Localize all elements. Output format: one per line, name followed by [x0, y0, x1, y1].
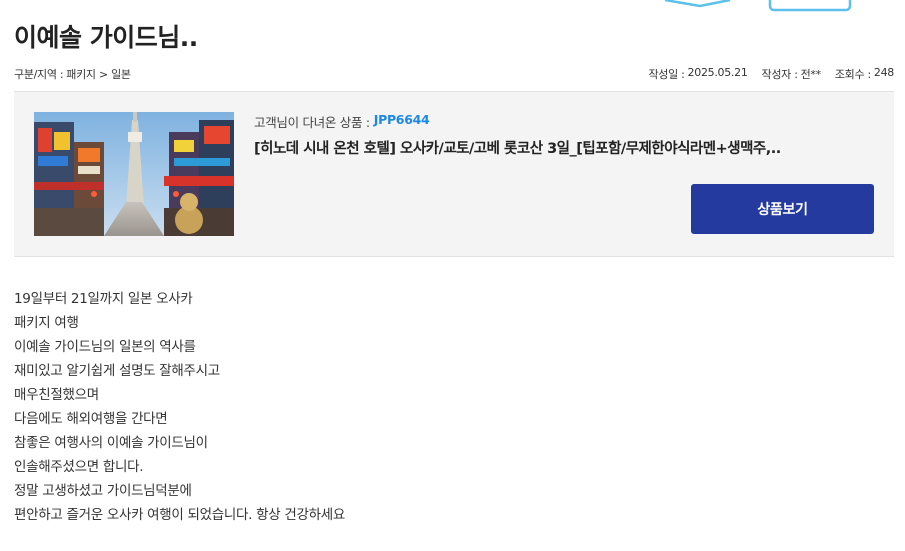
product-name[interactable]: [히노데 시내 온천 호텔] 오사카/교토/고베 롯코산 3일_[팁포함/무제한…	[254, 137, 854, 158]
category-label: 구분/지역 :	[14, 68, 64, 81]
meta-row: 구분/지역 : 패키지 > 일본 작성일 : 2025.05.21 작성자 : …	[14, 66, 894, 82]
author-label: 작성자 :	[761, 68, 798, 81]
product-code[interactable]: JPP6644	[374, 112, 430, 131]
decorative-illustration-icon	[664, 0, 852, 12]
date-value: 2025.05.21	[687, 66, 748, 79]
product-code-label: 고객님이 다녀온 상품 :	[254, 115, 370, 130]
review-line: 패키지 여행	[14, 315, 79, 331]
view-count: 조회수 : 248	[835, 66, 894, 82]
author-value: 전**	[800, 68, 822, 81]
review-line: 매우친절했으며	[14, 387, 99, 403]
views-value: 248	[873, 66, 894, 79]
product-card: 고객님이 다녀온 상품 : JPP6644 [히노데 시내 온천 호텔] 오사카…	[14, 91, 894, 257]
post-info: 작성일 : 2025.05.21 작성자 : 전** 조회수 : 248	[648, 66, 894, 82]
review-line: 이예솔 가이드님의 일본의 역사를	[14, 339, 196, 355]
review-line: 19일부터 21일까지 일본 오사카	[14, 291, 193, 307]
osaka-street-photo-icon	[34, 112, 234, 236]
product-code-line: 고객님이 다녀온 상품 : JPP6644	[254, 112, 430, 131]
date-label: 작성일 :	[648, 68, 685, 81]
review-line: 다음에도 해외여행을 간다면	[14, 411, 168, 427]
post-author: 작성자 : 전**	[761, 66, 822, 82]
page-title: 이예솔 가이드님..	[14, 23, 198, 52]
review-line: 재미있고 알기쉽게 설명도 잘해주시고	[14, 363, 220, 379]
post-date: 작성일 : 2025.05.21	[648, 66, 747, 82]
review-line: 편안하고 즐거운 오사카 여행이 되었습니다. 항상 건강하세요	[14, 507, 345, 523]
review-line: 인솔해주셨으면 합니다.	[14, 459, 144, 475]
review-line: 참좋은 여행사의 이예솔 가이드님이	[14, 435, 208, 451]
views-label: 조회수 :	[834, 68, 871, 81]
view-product-button[interactable]: 상품보기	[691, 184, 874, 234]
category-value: 패키지 > 일본	[66, 68, 131, 81]
breadcrumb: 구분/지역 : 패키지 > 일본	[14, 66, 131, 82]
review-line: 정말 고생하셨고 가이드님덕분에	[14, 483, 192, 499]
product-thumbnail[interactable]	[34, 112, 234, 236]
review-content: 19일부터 21일까지 일본 오사카 패키지 여행 이예솔 가이드님의 일본의 …	[14, 289, 345, 529]
